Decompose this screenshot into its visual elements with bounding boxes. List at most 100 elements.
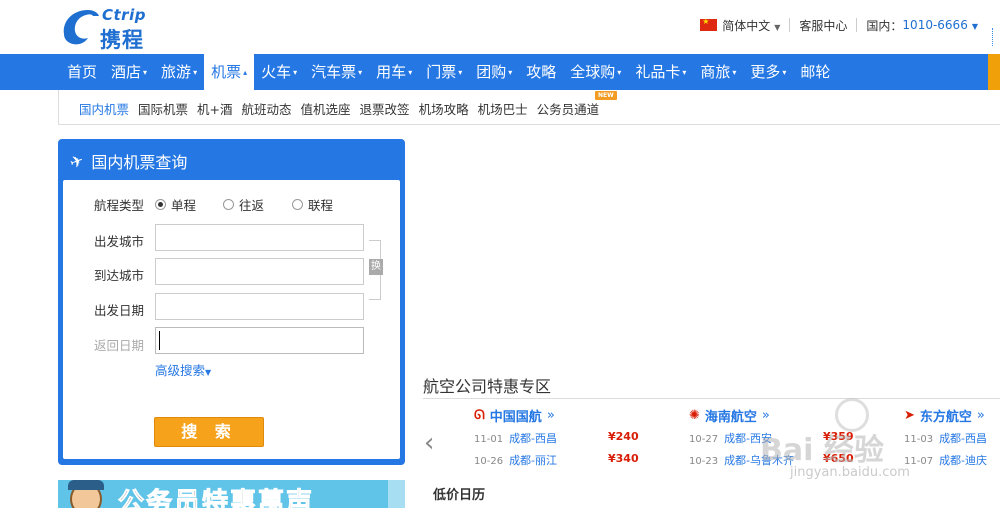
subnav-item[interactable]: 值机选座 (301, 99, 351, 118)
double-chevron-right-icon: » (761, 407, 770, 423)
prev-arrow-icon[interactable]: ‹ (424, 428, 434, 458)
radio-round-trip[interactable]: 往返 (223, 195, 264, 214)
caret-down-icon: ▾ (193, 68, 198, 77)
airline-card-china-eastern: ➤ 东方航空» 11-03 成都-西昌 11-07 成都-迪庆 (904, 406, 1000, 468)
route-row[interactable]: 11-07 成都-迪庆 (904, 452, 987, 468)
chevron-down-icon: ▼ (971, 22, 978, 31)
china-eastern-logo-icon: ➤ (904, 407, 915, 423)
text-cursor (159, 331, 160, 350)
divider (789, 18, 791, 32)
nav-item[interactable]: 商旅 ▾ (693, 54, 743, 90)
specials-title: 航空公司特惠专区 (423, 377, 552, 396)
double-chevron-right-icon: » (546, 407, 555, 423)
radio-one-way[interactable]: 单程 (155, 195, 196, 214)
search-form: 航程类型 单程 往返 联程 出发城市 到达城市 换 出发日期 返回日期 高级搜索… (63, 180, 400, 459)
nav-item[interactable]: 机票 ▴ (204, 54, 255, 90)
nav-item-label: 全球购 (570, 63, 616, 81)
caret-down-icon: ▾ (508, 68, 513, 77)
nav-item-label: 礼品卡 (635, 63, 681, 81)
nav-item[interactable]: 攻略 (519, 54, 563, 90)
return-date-input[interactable] (155, 327, 364, 354)
subnav-item[interactable]: 航班动态 (242, 99, 292, 118)
cartoon-hair (68, 480, 104, 490)
caret-down-icon: ▾ (408, 68, 413, 77)
advanced-search-link[interactable]: 高级搜索▼ (155, 360, 211, 379)
nav-item-label: 首页 (67, 63, 98, 81)
nav-item-label: 邮轮 (800, 63, 831, 81)
nav-item[interactable]: 团购 ▾ (469, 54, 519, 90)
new-badge: NEW (595, 91, 617, 100)
language-selector[interactable]: 简体中文 ▼ (722, 17, 780, 34)
subnav-item[interactable]: 机场巴士 (478, 99, 528, 118)
section-divider (423, 398, 1000, 399)
from-city-input[interactable] (155, 224, 364, 251)
nav-item[interactable]: 汽车票 ▾ (304, 54, 369, 90)
swap-cities-button[interactable]: 换 (369, 259, 383, 275)
banner-text: 公务员特惠萬声 (117, 488, 315, 508)
nav-item-label: 火车 (261, 63, 292, 81)
nav-item[interactable]: 用车 ▾ (369, 54, 419, 90)
caret-down-icon: ▾ (358, 68, 363, 77)
airline-name-link[interactable]: ᘏ 中国国航» (474, 406, 674, 425)
nav-item[interactable]: 旅游 ▾ (154, 54, 204, 90)
nav-item[interactable]: 邮轮 (793, 54, 837, 90)
divider (856, 18, 858, 32)
route-row[interactable]: 10-26 成都-丽江 ¥340 (474, 452, 639, 468)
promo-banner[interactable]: 公务员特惠萬声 (58, 480, 405, 508)
subnav-item[interactable]: 机+酒 (197, 99, 232, 118)
return-date-label: 返回日期 (94, 338, 145, 353)
nav-item[interactable]: 门票 ▾ (419, 54, 469, 90)
subnav-item[interactable]: 公务员通道 (537, 99, 600, 118)
trip-type-label: 航程类型 (94, 198, 145, 213)
flight-search-panel: ✈ 国内机票查询 航程类型 单程 往返 联程 出发城市 到达城市 换 出发日期 … (58, 139, 405, 465)
china-flag-icon (700, 17, 718, 31)
side-widget-tab[interactable] (988, 54, 1000, 90)
watermark: Bai 经验 (760, 433, 884, 468)
nav-item-label: 团购 (476, 63, 507, 81)
from-city-label: 出发城市 (94, 234, 145, 249)
airline-card-air-china: ᘏ 中国国航» 11-01 成都-西昌 ¥240 10-26 成都-丽江 ¥340 (474, 406, 674, 468)
panel-title: ✈ 国内机票查询 (67, 149, 187, 173)
banner-sky (388, 480, 405, 508)
radio-multi-city[interactable]: 联程 (292, 195, 333, 214)
radio-dot (155, 199, 166, 210)
hainan-airlines-logo-icon: ✺ (689, 407, 700, 423)
phone-number[interactable]: 1010-6666 ▼ (902, 18, 978, 32)
search-button[interactable]: 搜 索 (154, 417, 264, 447)
subnav-item[interactable]: 退票改签 (360, 99, 410, 118)
subnav-item[interactable]: 机场攻略 (419, 99, 469, 118)
caret-down-icon: ▾ (732, 68, 737, 77)
caret-down-icon: ▾ (143, 68, 148, 77)
airline-name-link[interactable]: ➤ 东方航空» (904, 406, 1000, 425)
route-row[interactable]: 11-01 成都-西昌 ¥240 (474, 430, 639, 446)
triangle-down-icon: ▼ (205, 368, 212, 377)
caret-down-icon: ▾ (617, 68, 622, 77)
sub-nav: 国内机票 国际机票 机+酒 航班动态 值机选座 退票改签 机场攻略 机场巴士 公务员通道 NEW (58, 90, 1000, 125)
nav-item[interactable]: 酒店 ▾ (104, 54, 154, 90)
nav-item[interactable]: 火车 ▾ (254, 54, 304, 90)
chevron-down-icon: ▼ (774, 22, 781, 32)
to-city-input[interactable] (155, 258, 364, 285)
nav-item-label: 汽车票 (311, 63, 357, 81)
nav-item[interactable]: 首页 (60, 54, 104, 90)
customer-service-link[interactable]: 客服中心 (799, 17, 847, 34)
nav-item[interactable]: 全球购 ▾ (563, 54, 628, 90)
subnav-item[interactable]: 国际机票 (138, 99, 188, 118)
caret-up-icon: ▴ (243, 68, 248, 77)
brand-en: Ctrip (102, 6, 146, 24)
ctrip-logo[interactable]: Ctrip 携程 (58, 4, 168, 52)
nav-item[interactable]: 礼品卡 ▾ (628, 54, 693, 90)
caret-down-icon: ▾ (782, 68, 787, 77)
low-price-calendar-title: 低价日历 (433, 488, 486, 503)
page-edge-marker (992, 28, 1000, 46)
airplane-icon: ✈ (67, 149, 87, 173)
radio-dot (223, 199, 234, 210)
subnav-item[interactable]: 国内机票 (79, 99, 129, 118)
caret-down-icon: ▾ (293, 68, 298, 77)
depart-date-label: 出发日期 (94, 303, 145, 318)
nav-item[interactable]: 更多 ▾ (743, 54, 793, 90)
nav-item-label: 商旅 (700, 63, 731, 81)
depart-date-input[interactable] (155, 293, 364, 320)
double-chevron-right-icon: » (976, 407, 985, 423)
route-row[interactable]: 11-03 成都-西昌 (904, 430, 987, 446)
